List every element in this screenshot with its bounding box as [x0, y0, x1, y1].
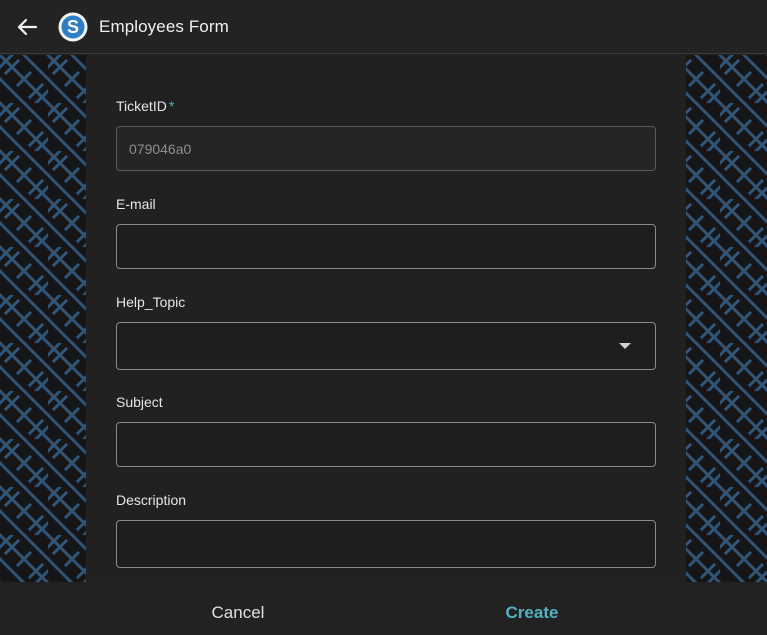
create-button[interactable]: Create: [472, 582, 592, 635]
ticket-id-value: 079046a0: [129, 140, 192, 157]
ticket-id-input[interactable]: 079046a0: [116, 126, 656, 171]
page-title: Employees Form: [99, 16, 229, 36]
help-topic-label: Help_Topic: [116, 294, 186, 310]
app-header: S Employees Form: [0, 0, 767, 54]
ticket-id-label: TicketID *: [116, 98, 175, 114]
caret-down-icon: [619, 343, 631, 349]
logo-letter: S: [67, 17, 79, 37]
help-topic-select[interactable]: [116, 322, 656, 370]
cancel-button[interactable]: Cancel: [178, 582, 298, 635]
help-topic-field: Help_Topic: [116, 293, 656, 370]
subject-field: Subject: [116, 393, 656, 467]
ticket-id-field: TicketID * 079046a0: [116, 97, 656, 171]
email-label: E-mail: [116, 196, 156, 212]
email-input[interactable]: [116, 224, 656, 269]
form-panel: TicketID * 079046a0 E-mail Help_Topic Sub…: [86, 55, 686, 582]
description-label: Description: [116, 492, 187, 508]
email-field: E-mail: [116, 195, 656, 269]
subject-input[interactable]: [116, 422, 656, 467]
description-field: Description: [116, 491, 656, 568]
form-footer: Cancel Create: [0, 582, 767, 635]
subject-label: Subject: [116, 394, 163, 410]
back-button[interactable]: [0, 0, 54, 54]
required-indicator: *: [168, 98, 175, 114]
app-logo: S: [58, 12, 88, 42]
description-input[interactable]: [116, 520, 656, 568]
arrow-left-icon: [17, 18, 38, 35]
